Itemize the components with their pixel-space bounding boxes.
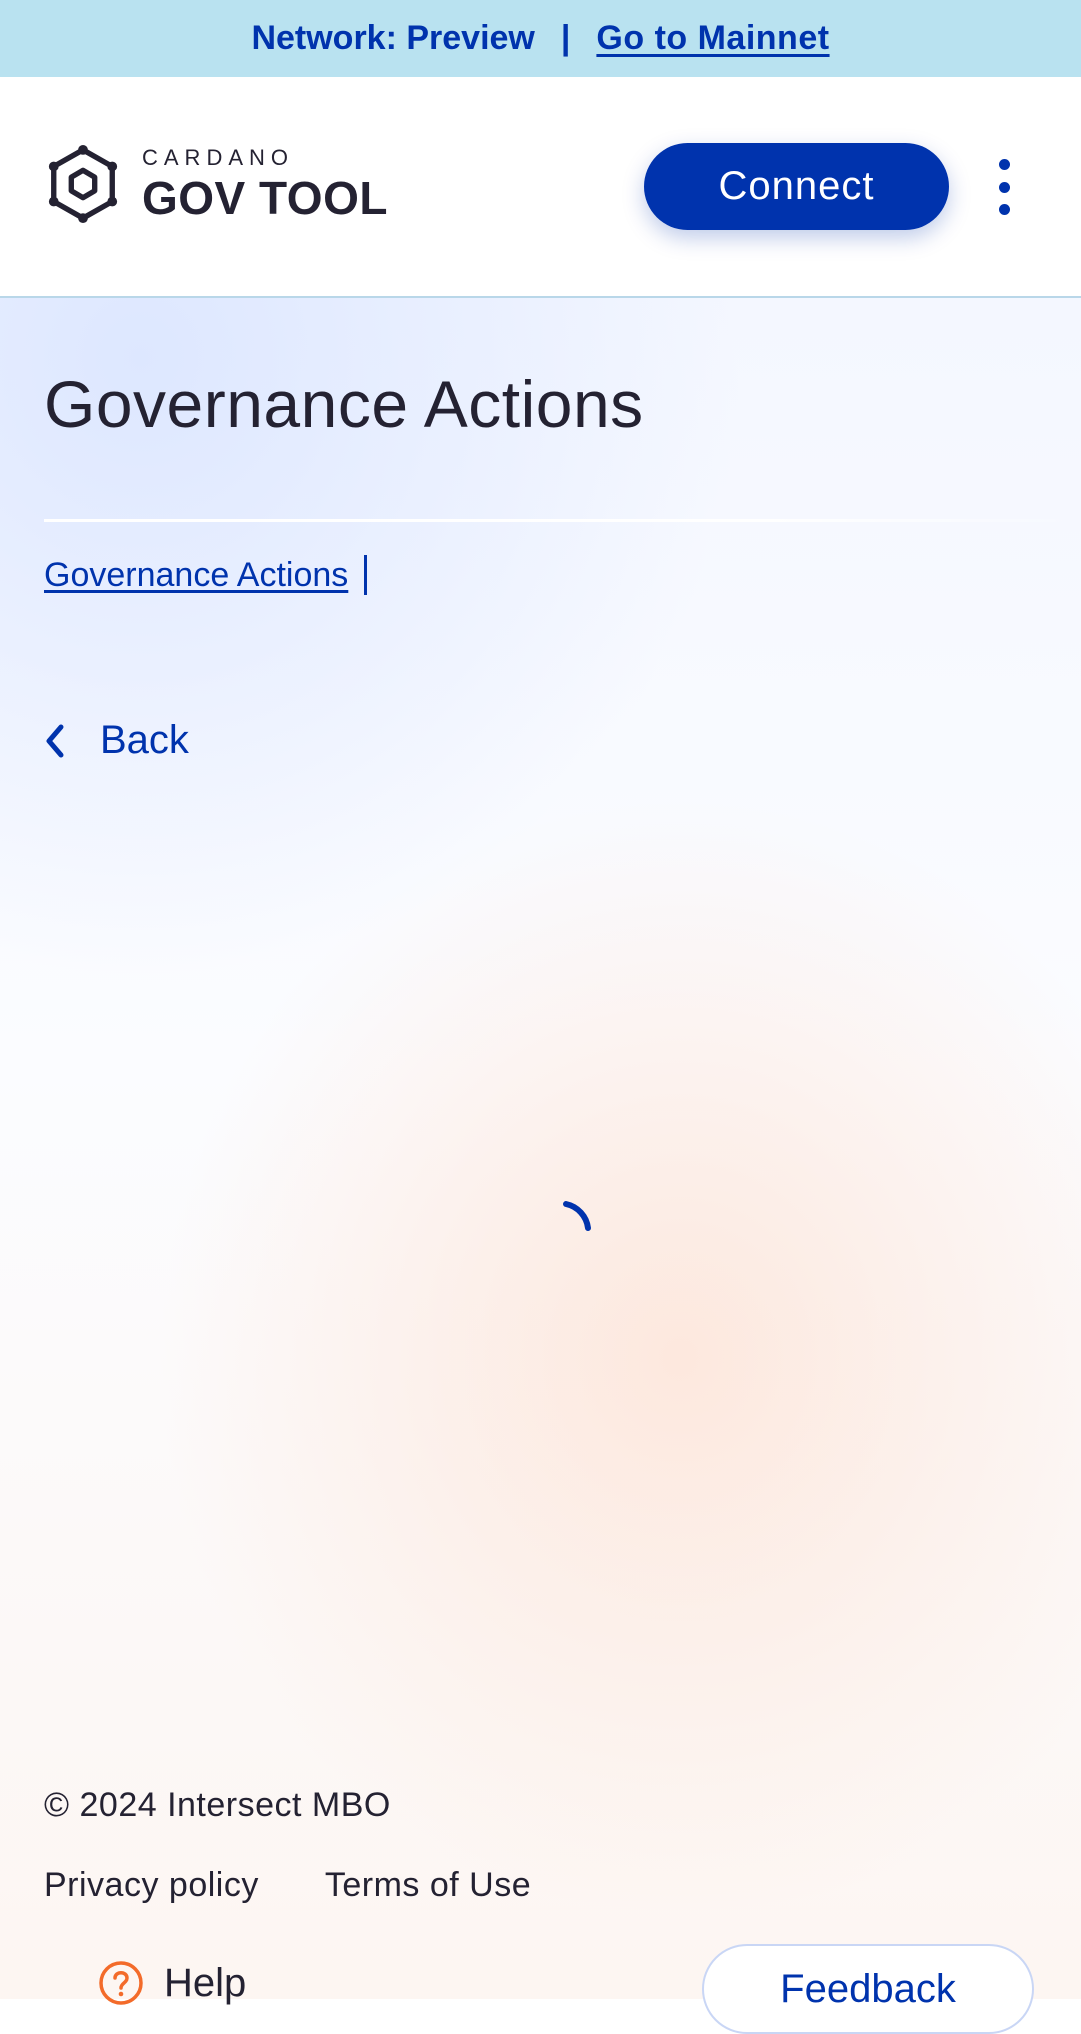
title-divider [44,519,1081,522]
page-title: Governance Actions [44,367,644,441]
breadcrumb-item-governance-actions[interactable]: Governance Actions [44,556,348,595]
menu-dot [998,181,1010,193]
network-label: Network: Preview [251,19,535,57]
go-to-mainnet-link[interactable]: Go to Mainnet [596,19,829,58]
question-circle-icon [99,1961,143,2005]
logo-text: CARDANO GOV TOOL [142,145,388,224]
chevron-left-icon [46,724,64,757]
connect-button[interactable]: Connect [644,143,949,230]
privacy-policy-link[interactable]: Privacy policy [44,1866,259,1905]
breadcrumb-separator [364,555,368,595]
back-label: Back [100,718,189,762]
footer-links: Privacy policy Terms of Use [44,1866,597,1905]
back-button[interactable]: Back [44,718,189,763]
copyright-text: © 2024 Intersect MBO [44,1786,391,1824]
spinner-icon [563,1201,591,1231]
top-header: CARDANO GOV TOOL Connect [0,77,1081,298]
menu-dot [998,204,1010,215]
help-button[interactable]: Help [98,1960,246,2006]
cardano-hexagon-logo-icon [48,145,118,223]
banner-separator: | [560,19,571,57]
vertical-dots-icon[interactable] [990,159,1018,215]
network-banner: Network: Preview | Go to Mainnet [0,0,1081,77]
feedback-button[interactable]: Feedback [702,1944,1034,2034]
breadcrumb: Governance Actions [44,555,368,595]
logo-cardano-text: CARDANO [142,145,295,170]
logo-govtool-text: GOV TOOL [142,172,388,224]
main-content: Governance Actions Governance Actions Ba… [0,298,1081,1999]
menu-dot [998,159,1010,170]
terms-of-use-link[interactable]: Terms of Use [325,1866,531,1905]
logo[interactable]: CARDANO GOV TOOL [44,144,388,224]
